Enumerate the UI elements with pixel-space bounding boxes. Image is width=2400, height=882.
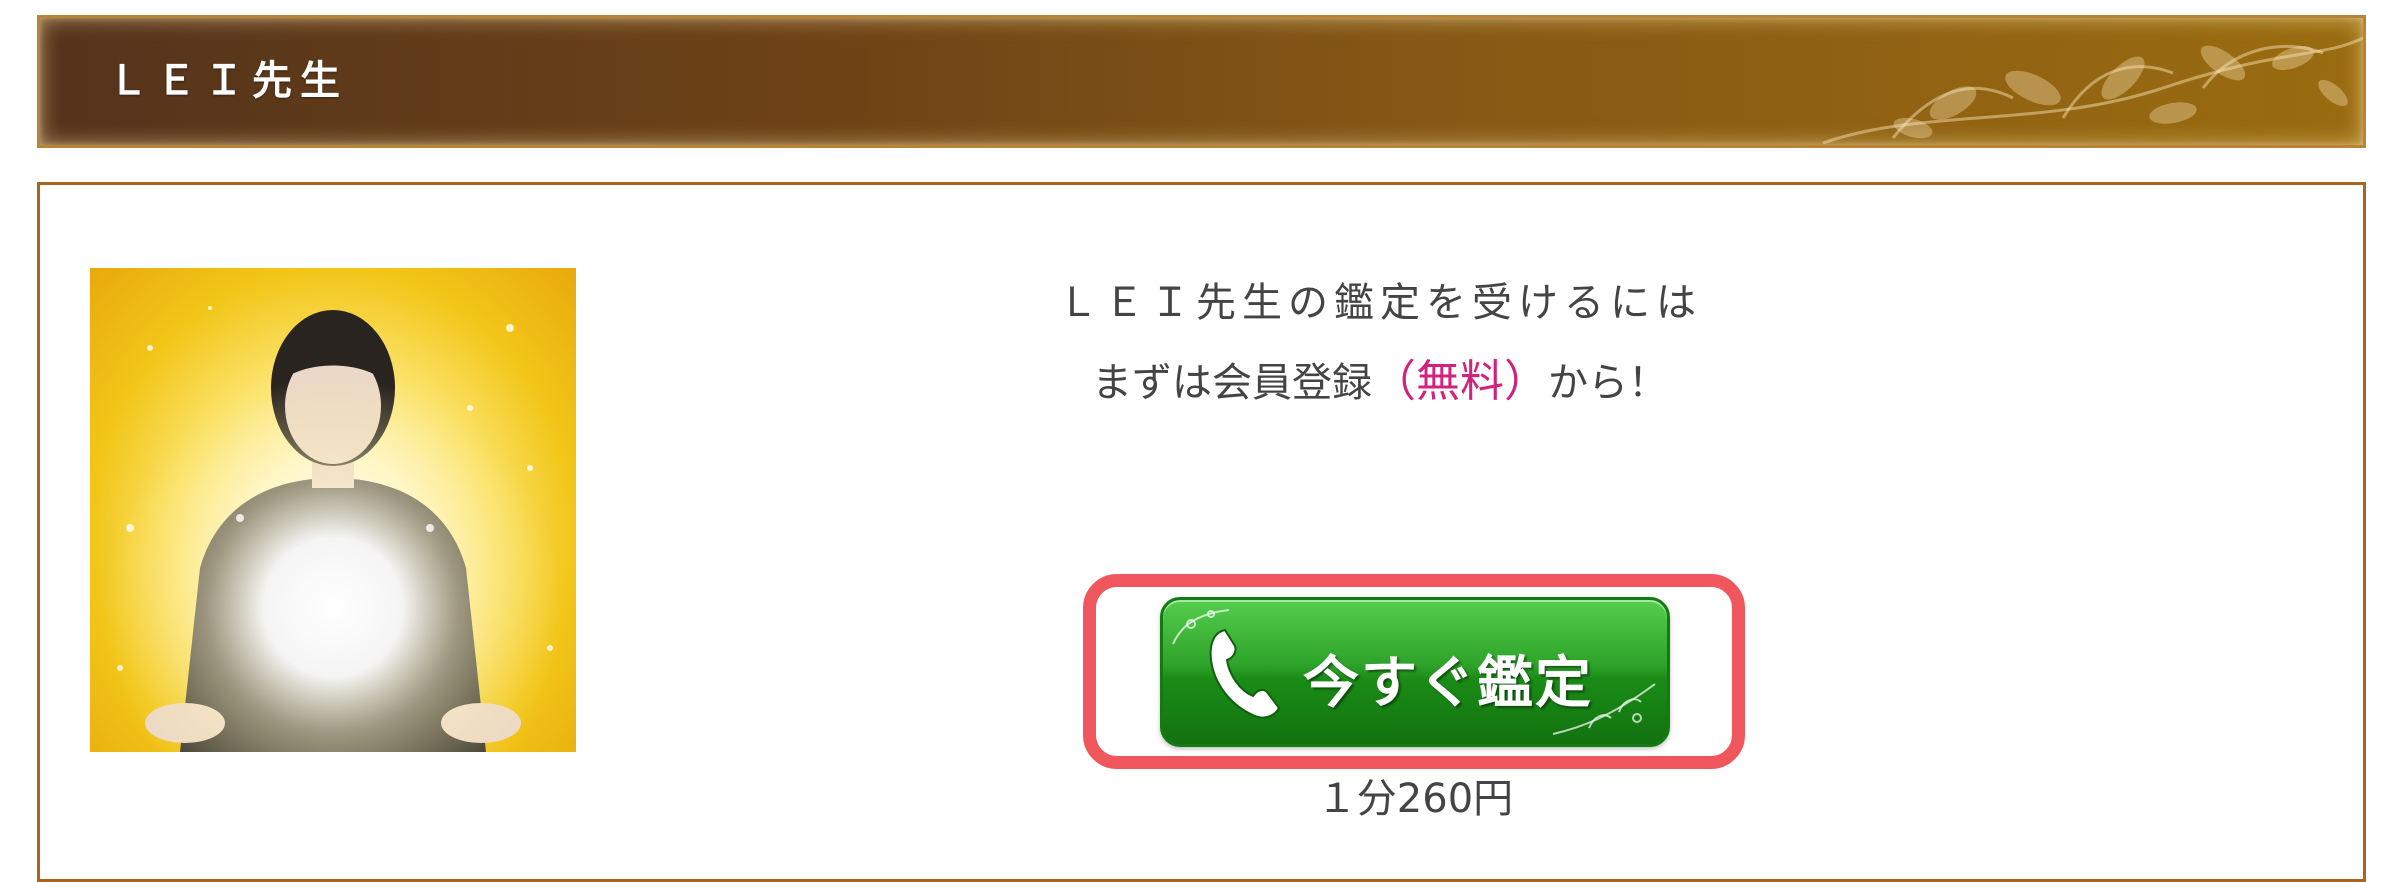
phone-icon	[1209, 628, 1281, 719]
intro-text-line1: ＬＥＩ先生の鑑定を受けるには	[1058, 280, 1702, 326]
floral-ornament-icon	[1822, 36, 2363, 145]
fortune-teller-photo	[90, 268, 576, 752]
call-now-button[interactable]: 今すぐ鑑定	[1160, 597, 1670, 747]
page-title: ＬＥＩ先生	[108, 58, 348, 104]
vine-ornament-icon	[1552, 683, 1656, 735]
profile-header-bar: ＬＥＩ先生	[37, 15, 2366, 148]
intro-text-line2: まずは会員登録（無料）から！	[880, 345, 1880, 409]
intro-text-signup: まずは会員登録	[1092, 360, 1372, 406]
fortune-teller-illustration	[103, 306, 563, 752]
price-per-minute: １分260円	[1316, 776, 1514, 822]
intro-text-suffix: から！	[1548, 360, 1668, 406]
free-badge-text: （無料）	[1372, 356, 1548, 407]
